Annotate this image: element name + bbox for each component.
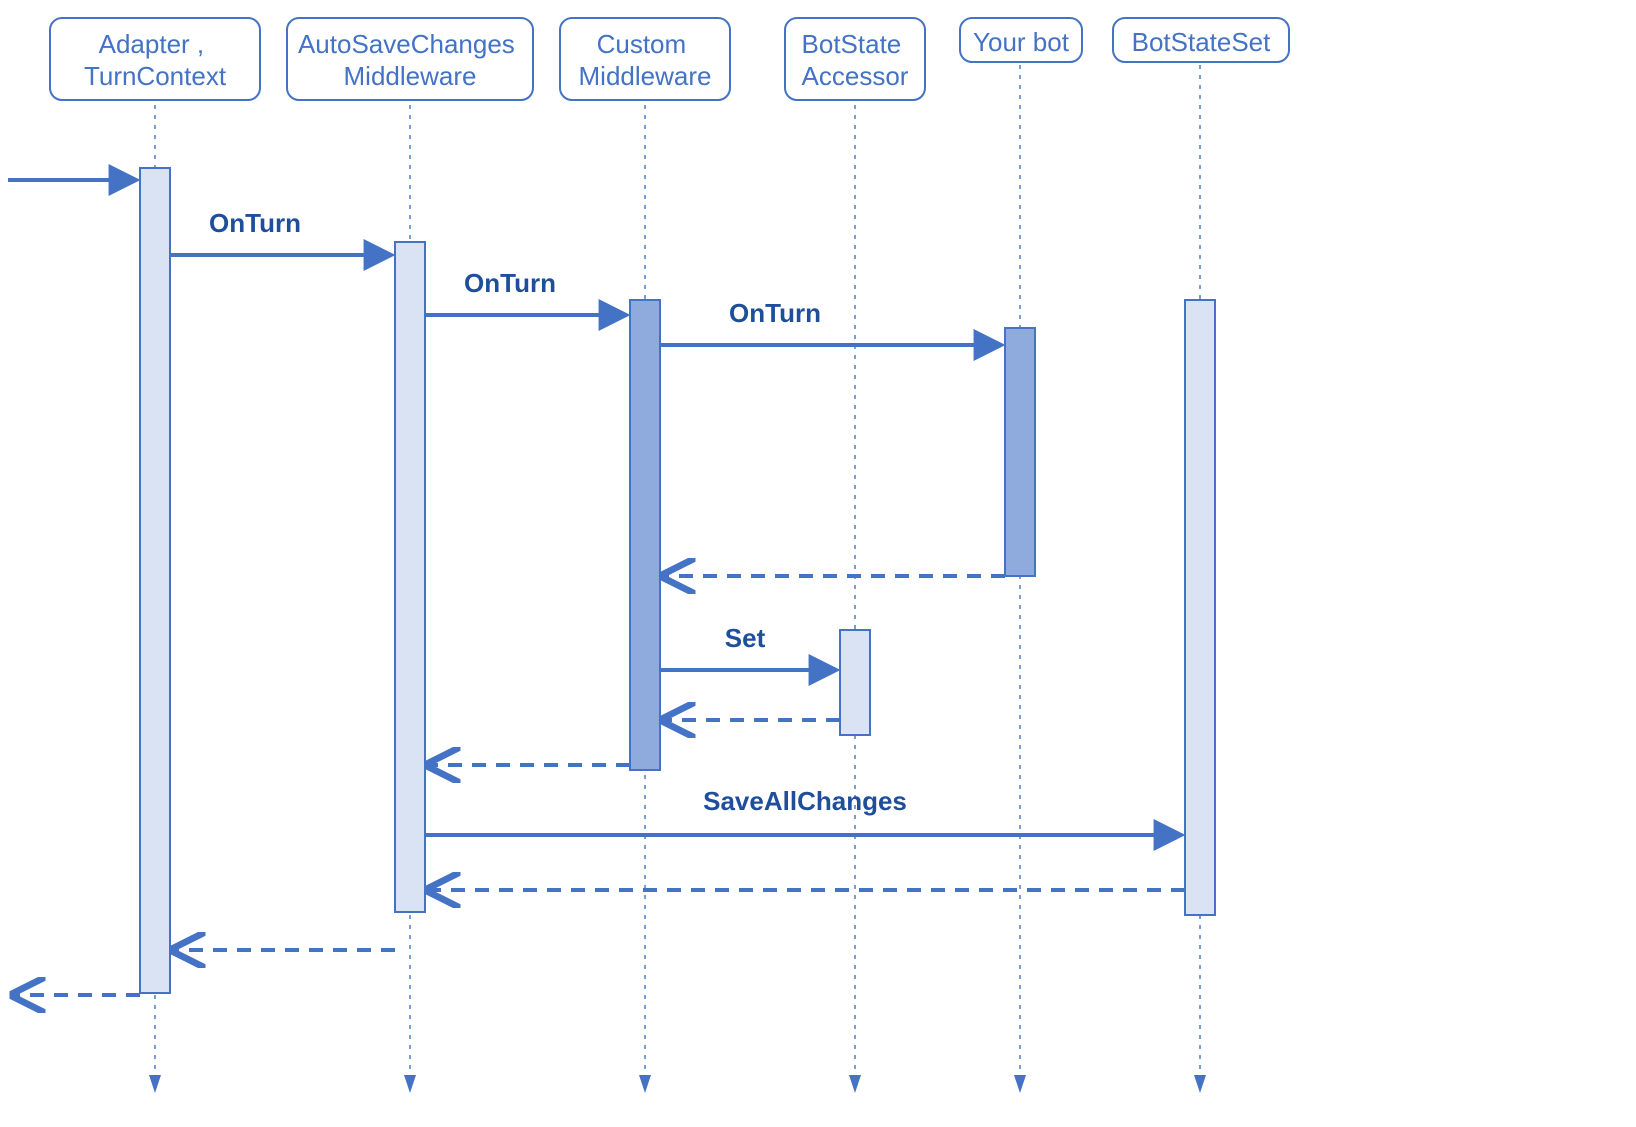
participant-autosave-middleware: AutoSaveChanges Middleware xyxy=(287,18,533,100)
participant-label: Accessor xyxy=(802,61,909,91)
activation-yourbot xyxy=(1005,328,1035,576)
participant-botstate-accessor: BotState Accessor xyxy=(785,18,925,100)
participant-label: Your bot xyxy=(973,27,1070,57)
participant-label: BotStateSet xyxy=(1132,27,1272,57)
message-label: OnTurn xyxy=(464,268,556,298)
activation-adapter xyxy=(140,168,170,993)
message-label: Set xyxy=(725,623,766,653)
participant-custom-middleware: Custom Middleware xyxy=(560,18,730,100)
svg-text:BotStateSet: BotStateSet xyxy=(1132,27,1272,57)
participant-botstateset: BotStateSet xyxy=(1113,18,1289,62)
activation-autosave xyxy=(395,242,425,912)
activation-custom xyxy=(630,300,660,770)
message-label: OnTurn xyxy=(209,208,301,238)
participant-label: Custom xyxy=(597,29,687,59)
participant-label: BotState xyxy=(802,29,902,59)
participant-label: Adapter , xyxy=(99,29,205,59)
sequence-diagram: Adapter , TurnContext AutoSaveChanges Mi… xyxy=(0,0,1636,1127)
activation-accessor xyxy=(840,630,870,735)
participant-label: Middleware xyxy=(344,61,477,91)
lifelines xyxy=(149,65,1206,1093)
participant-label: TurnContext xyxy=(84,61,227,91)
svg-text:Your bot: Your bot xyxy=(973,27,1070,57)
activation-botstateset xyxy=(1185,300,1215,915)
participant-your-bot: Your bot xyxy=(960,18,1082,62)
message-label: SaveAllChanges xyxy=(703,786,907,816)
participant-adapter: Adapter , TurnContext xyxy=(50,18,260,100)
participant-label: Middleware xyxy=(579,61,712,91)
message-label: OnTurn xyxy=(729,298,821,328)
participant-label: AutoSaveChanges xyxy=(298,29,515,59)
